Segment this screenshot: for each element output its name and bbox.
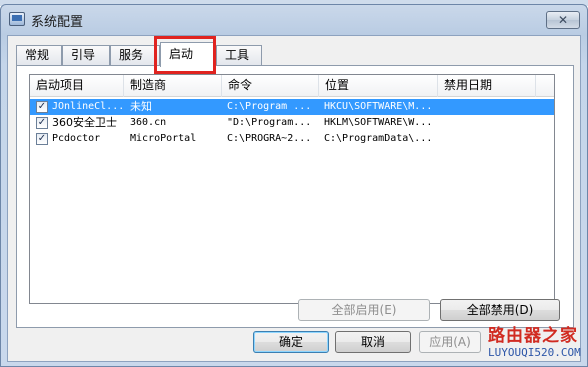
cell-location: C:\ProgramData\... bbox=[324, 133, 433, 144]
tab-general[interactable]: 常规 bbox=[16, 45, 62, 66]
ok-button[interactable]: 确定 bbox=[253, 331, 329, 353]
cell-date bbox=[443, 115, 533, 131]
column-disable-date[interactable]: 禁用日期 bbox=[438, 75, 536, 97]
cancel-button[interactable]: 取消 bbox=[335, 331, 411, 353]
site-watermark: 路由器之家 LUYOUQI520.COM bbox=[486, 318, 586, 367]
cell-item: 360安全卫士 bbox=[52, 116, 117, 129]
startup-tab-highlight-box bbox=[154, 36, 216, 74]
startup-items-list[interactable]: 启动项目 制造商 命令 位置 禁用日期 ✓ JOnlineCl... 未知 C:… bbox=[29, 74, 555, 304]
cell-item: JOnlineCl... bbox=[52, 101, 124, 112]
tab-boot[interactable]: 引导 bbox=[62, 45, 110, 66]
close-button[interactable]: ✕ bbox=[546, 11, 580, 29]
list-header: 启动项目 制造商 命令 位置 禁用日期 bbox=[30, 75, 554, 97]
cell-item: Pcdoctor bbox=[52, 133, 101, 144]
enable-checkbox[interactable]: ✓ bbox=[36, 133, 48, 145]
tab-tools[interactable]: 工具 bbox=[216, 45, 262, 66]
startup-panel: 启动项目 制造商 命令 位置 禁用日期 ✓ JOnlineCl... 未知 C:… bbox=[16, 65, 574, 328]
enable-checkbox[interactable]: ✓ bbox=[36, 117, 48, 129]
system-config-window: 系统配置 ✕ 常规 引导 服务 启动 工具 启动项目 制造商 命令 位置 禁用日… bbox=[0, 4, 588, 367]
table-row[interactable]: ✓ Pcdoctor MicroPortal C:\PROGRA~2... C:… bbox=[30, 131, 554, 147]
table-row[interactable]: ✓ JOnlineCl... 未知 C:\Program ... HKCU\SO… bbox=[30, 99, 554, 115]
apply-button[interactable]: 应用(A) bbox=[419, 331, 481, 353]
watermark-title: 路由器之家 bbox=[488, 326, 578, 346]
system-config-icon bbox=[9, 12, 25, 26]
column-manufacturer[interactable]: 制造商 bbox=[124, 75, 222, 97]
column-location[interactable]: 位置 bbox=[319, 75, 438, 97]
tab-services[interactable]: 服务 bbox=[110, 45, 160, 66]
window-title: 系统配置 bbox=[31, 15, 84, 30]
enable-all-button[interactable]: 全部启用(E) bbox=[298, 299, 430, 321]
cell-maker: MicroPortal bbox=[130, 133, 197, 144]
cell-maker: 未知 bbox=[130, 100, 152, 113]
cell-date bbox=[443, 99, 533, 115]
cell-maker: 360.cn bbox=[130, 117, 167, 128]
cell-command: "D:\Program... bbox=[227, 117, 312, 128]
cell-command: C:\Program ... bbox=[227, 101, 312, 112]
table-row[interactable]: ✓ 360安全卫士 360.cn "D:\Program... HKLM\SOF… bbox=[30, 115, 554, 131]
column-startup-item[interactable]: 启动项目 bbox=[30, 75, 124, 97]
cell-date bbox=[443, 131, 533, 147]
column-command[interactable]: 命令 bbox=[222, 75, 319, 97]
cell-command: C:\PROGRA~2... bbox=[227, 133, 312, 144]
dialog-client-area: 常规 引导 服务 启动 工具 启动项目 制造商 命令 位置 禁用日期 ✓ JOn… bbox=[7, 35, 581, 362]
enable-checkbox[interactable]: ✓ bbox=[36, 101, 48, 113]
title-bar[interactable]: 系统配置 ✕ bbox=[1, 5, 587, 33]
cell-location: HKLM\SOFTWARE\W... bbox=[324, 117, 433, 128]
cell-location: HKCU\SOFTWARE\M... bbox=[324, 101, 433, 112]
watermark-url: LUYOUQI520.COM bbox=[488, 346, 581, 359]
